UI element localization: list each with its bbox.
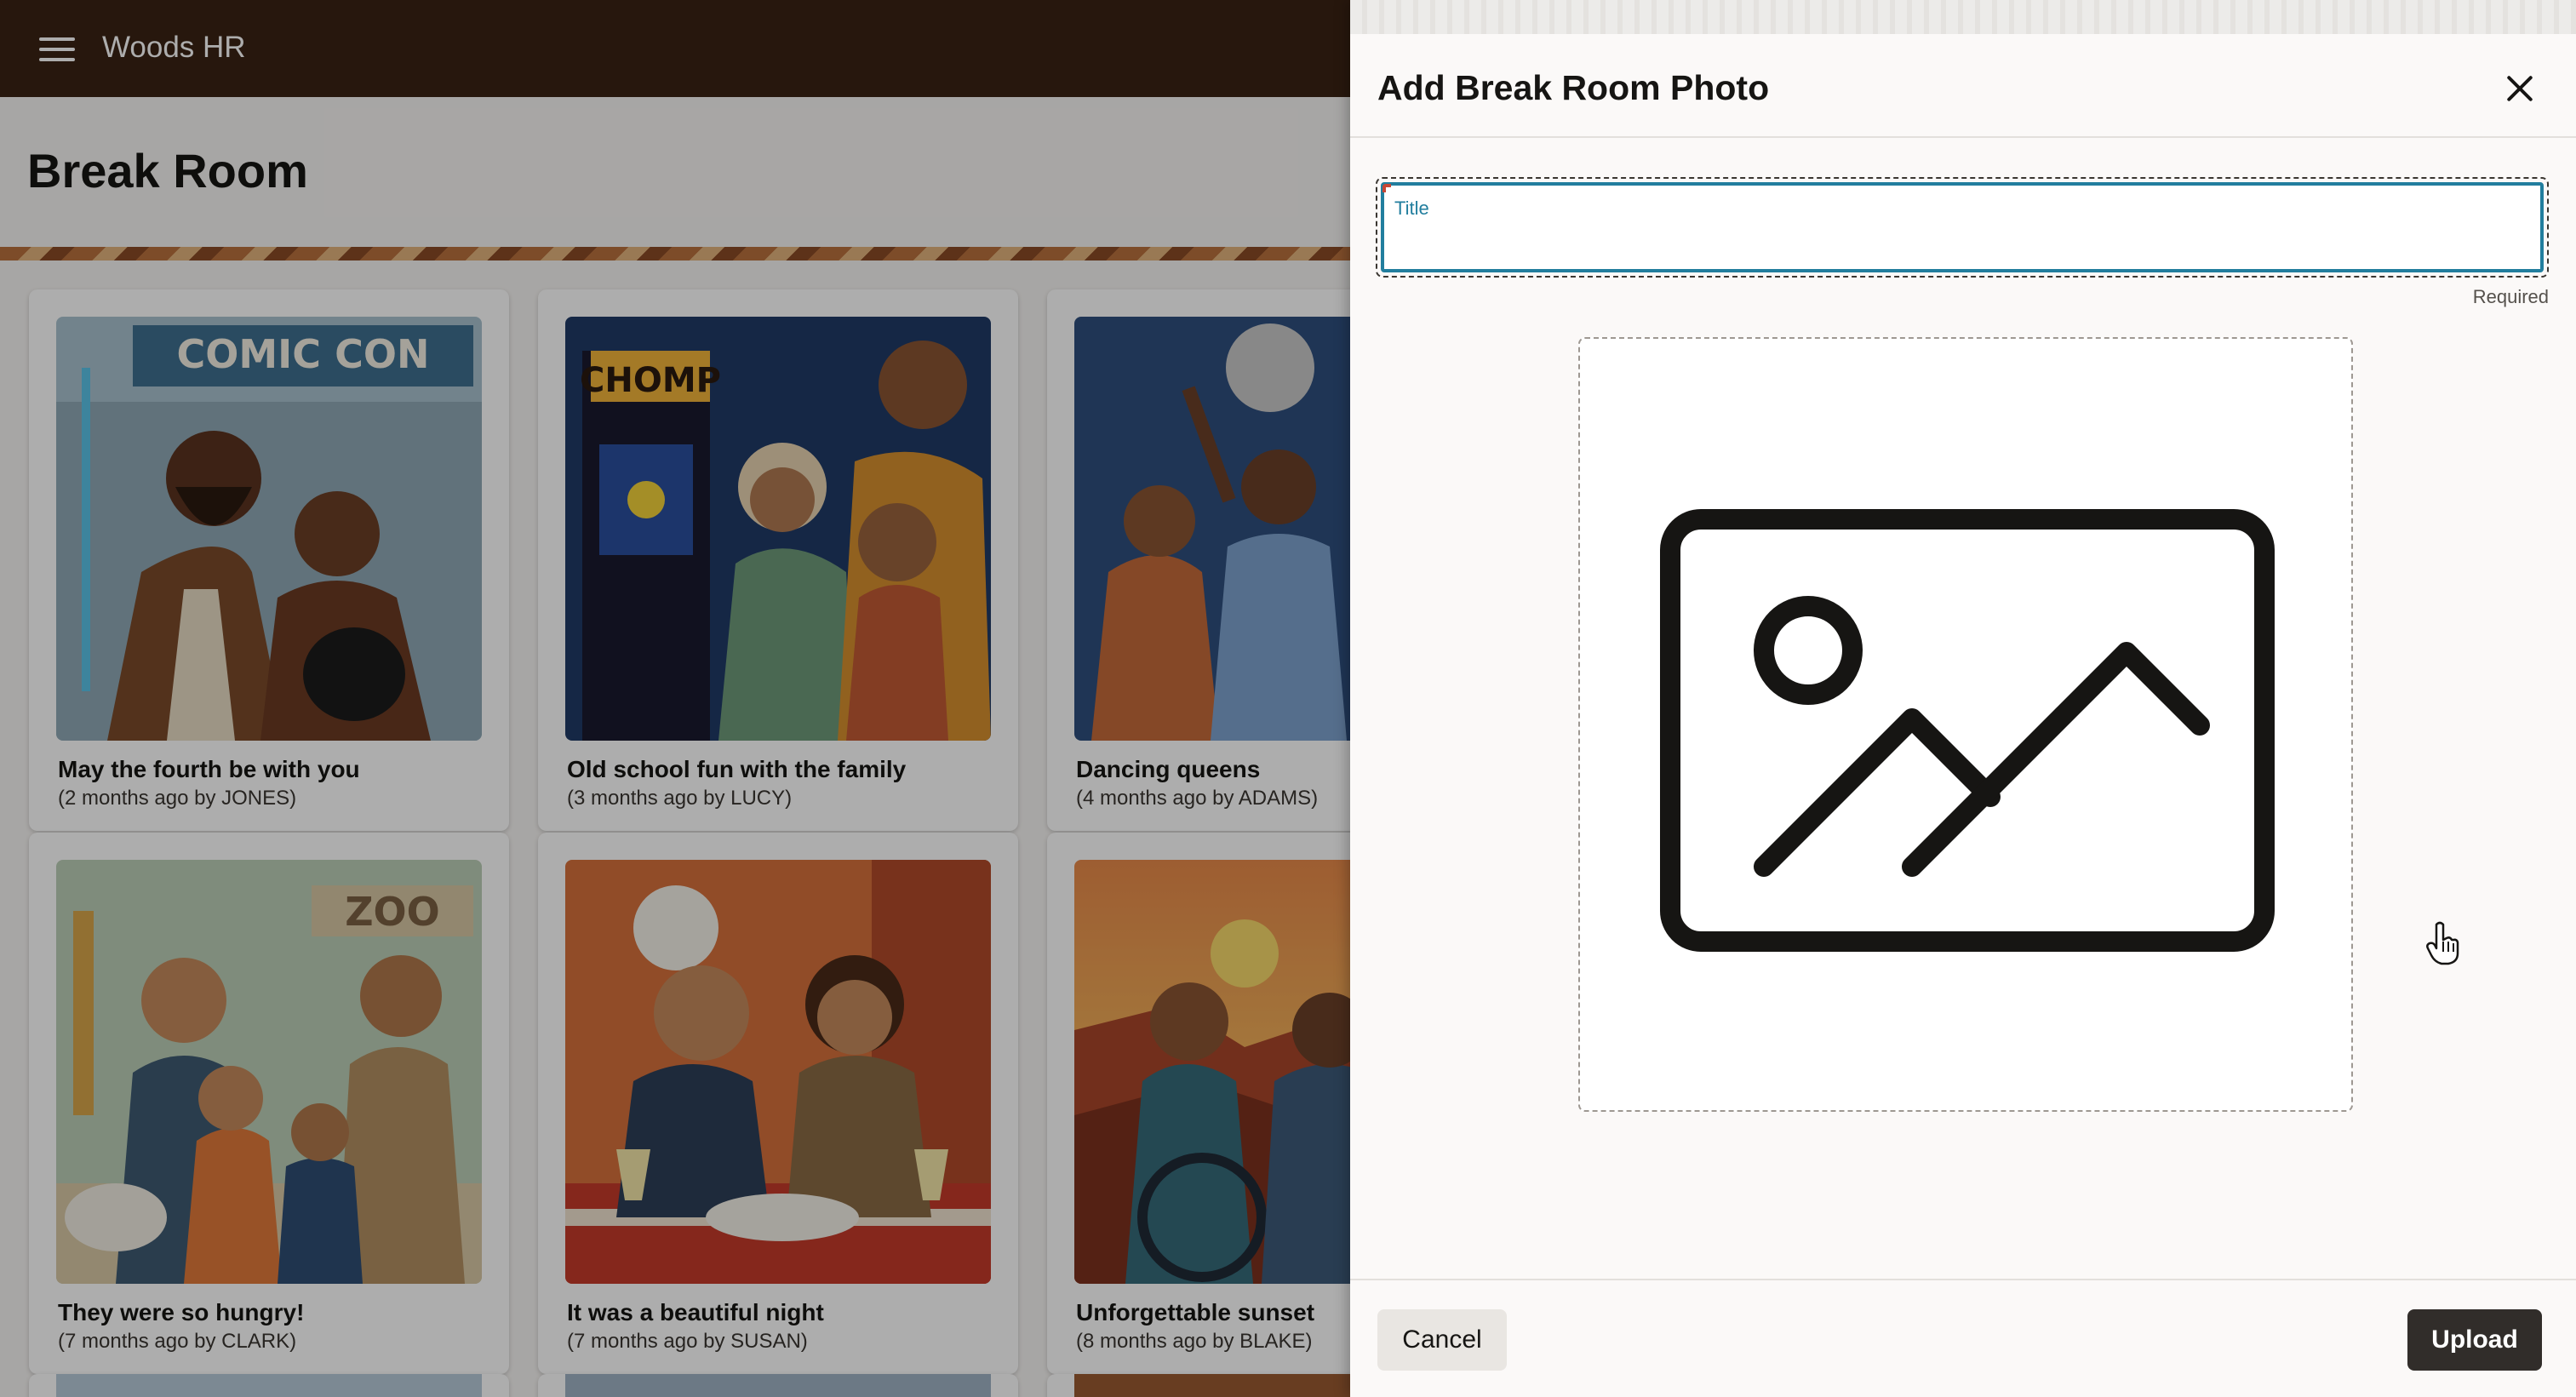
image-dropzone[interactable] bbox=[1578, 337, 2353, 1112]
cancel-button[interactable]: Cancel bbox=[1377, 1309, 1507, 1371]
hand-pointer-icon bbox=[2426, 921, 2459, 965]
add-photo-drawer: Add Break Room Photo Title Required Canc… bbox=[1350, 0, 2576, 1397]
drawer-footer: Cancel Upload bbox=[1350, 1279, 2576, 1397]
title-field-box[interactable]: Title bbox=[1381, 182, 2544, 272]
title-field[interactable]: Title bbox=[1376, 177, 2549, 278]
title-field-label: Title bbox=[1394, 198, 1429, 219]
drawer-header: Add Break Room Photo bbox=[1350, 34, 2576, 138]
image-placeholder-icon bbox=[1660, 509, 2275, 952]
upload-button[interactable]: Upload bbox=[2407, 1309, 2542, 1371]
drawer-title: Add Break Room Photo bbox=[1377, 68, 1770, 107]
close-icon[interactable] bbox=[2501, 70, 2539, 107]
drawer-top-strip bbox=[1350, 0, 2576, 34]
required-marker bbox=[1382, 184, 1391, 192]
required-helper-text: Required bbox=[2472, 286, 2549, 307]
title-input[interactable] bbox=[1394, 226, 2518, 261]
